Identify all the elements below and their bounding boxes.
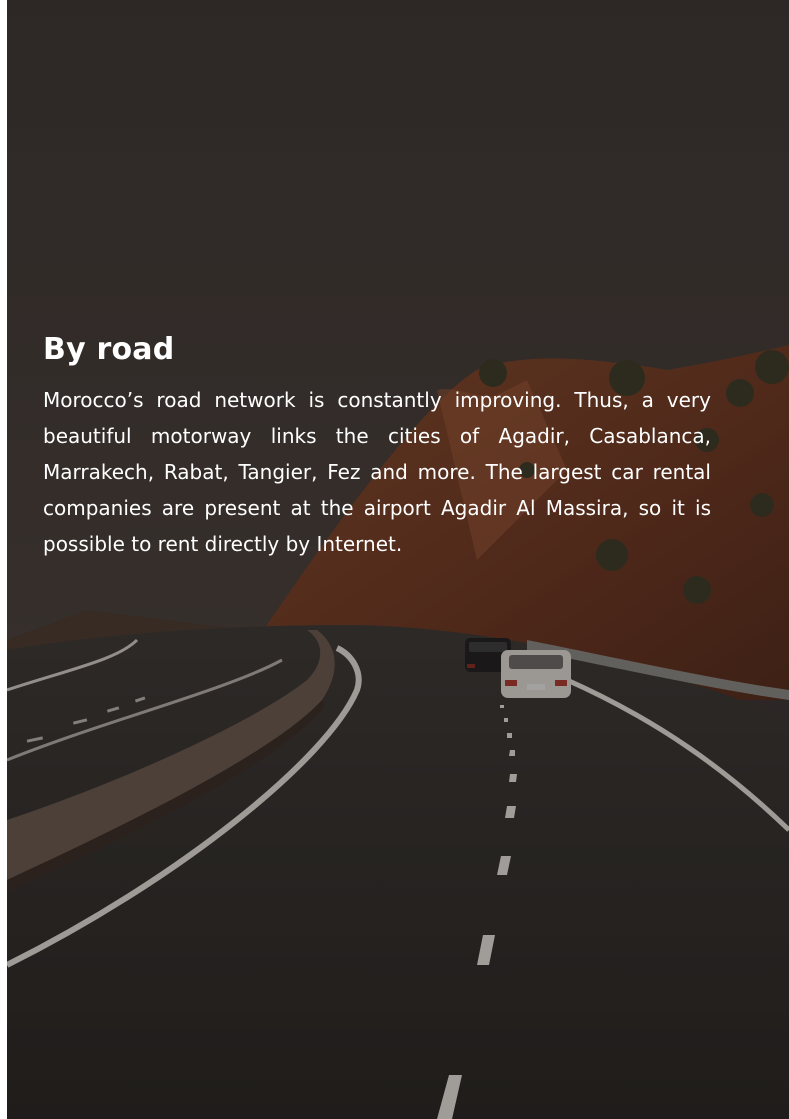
section-title: By road [43, 332, 175, 367]
page-margin [0, 0, 7, 1119]
section-body: Morocco’s road network is constantly imp… [43, 388, 711, 556]
by-road-card: By road Morocco’s road network is consta… [7, 0, 789, 1119]
section-content: By road Morocco’s road network is consta… [43, 326, 711, 562]
